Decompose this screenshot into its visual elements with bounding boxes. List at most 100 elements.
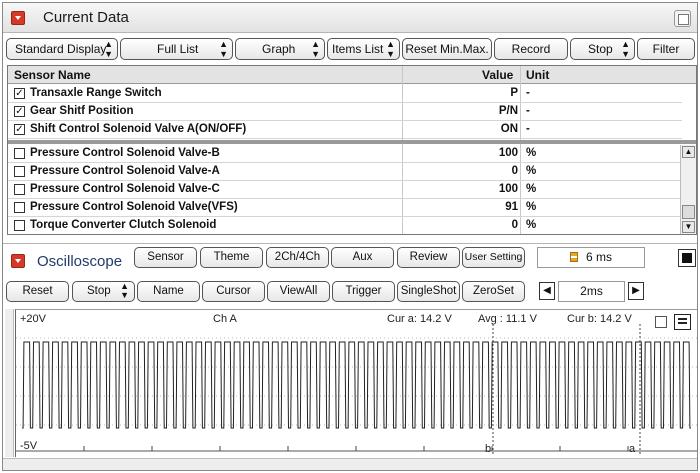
grid-header: Sensor Name Value Unit <box>8 66 696 84</box>
current-data-title: Current Data <box>43 9 129 26</box>
reset-minmax-button[interactable]: Reset Min.Max. <box>402 38 492 60</box>
sensor-unit: % <box>526 219 537 231</box>
scope-stop-label: Stop <box>87 285 111 297</box>
col-unit[interactable]: Unit <box>526 68 549 82</box>
scope-vertical-scrollbar[interactable] <box>5 309 14 457</box>
triangle-right-icon[interactable]: ▶ <box>628 282 644 300</box>
vmin-label: -5V <box>20 440 38 452</box>
cursor-button[interactable]: Cursor <box>202 281 265 302</box>
col-value[interactable]: Value <box>482 68 513 82</box>
collapse-arrow-icon[interactable] <box>11 254 25 268</box>
review-button[interactable]: Review <box>397 247 460 268</box>
standard-display-label: Standard Display <box>15 42 107 56</box>
scope-horizontal-scrollbar[interactable] <box>3 458 697 470</box>
sensor-unit: % <box>526 147 537 159</box>
scope-stop-dropdown[interactable]: Stop ▲ ▼ <box>72 281 135 302</box>
sensor-value: P <box>510 87 518 99</box>
filter-button[interactable]: Filter <box>637 38 695 60</box>
sensor-value: 100 <box>498 147 518 159</box>
viewall-button[interactable]: ViewAll <box>267 281 330 302</box>
sensor-button[interactable]: Sensor <box>134 247 197 268</box>
scroll-down-icon[interactable]: ▼ <box>682 221 695 233</box>
sensor-data-grid: Sensor Name Value Unit ✓ Transaxle Range … <box>7 65 697 235</box>
row-checkbox[interactable] <box>14 202 25 213</box>
singleshot-button[interactable]: SingleShot <box>397 281 460 302</box>
row-checkbox[interactable]: ✓ <box>14 106 25 117</box>
sensor-name: Torque Converter Clutch Solenoid <box>30 219 217 231</box>
grid-scrollbar[interactable]: ▲ ▼ <box>680 145 696 234</box>
graph-dropdown[interactable]: Graph ▲ ▼ <box>235 38 325 60</box>
items-list-label: Items List <box>332 42 384 56</box>
table-row[interactable]: Pressure Control Solenoid Valve-A 0% <box>8 163 682 181</box>
col-sensor-name[interactable]: Sensor Name <box>14 68 91 82</box>
user-setting-button[interactable]: User Setting <box>462 247 525 268</box>
scroll-up-icon[interactable]: ▲ <box>682 146 695 158</box>
channel-mode-button[interactable]: 2Ch/4Ch <box>266 247 329 268</box>
table-row[interactable]: Pressure Control Solenoid Valve(VFS) 91% <box>8 199 682 217</box>
updown-arrow-icon: ▲ ▼ <box>104 39 113 59</box>
theme-button[interactable]: Theme <box>200 247 263 268</box>
updown-arrow-icon: ▲ ▼ <box>311 39 320 59</box>
sensor-name: Transaxle Range Switch <box>30 87 162 99</box>
grid-split-divider[interactable] <box>8 140 696 144</box>
stop-square-icon[interactable] <box>678 249 696 267</box>
sensor-value: 100 <box>498 183 518 195</box>
hourglass-icon <box>569 252 578 262</box>
table-row[interactable]: ✓ Gear Shitf Position P/N - <box>8 103 682 121</box>
triangle-left-icon[interactable]: ◀ <box>539 282 555 300</box>
sensor-name: Pressure Control Solenoid Valve(VFS) <box>30 201 238 213</box>
sensor-unit: - <box>526 87 530 99</box>
cursor-a-marker[interactable]: a <box>629 443 635 455</box>
items-list-dropdown[interactable]: Items List ▲ ▼ <box>327 38 400 60</box>
sensor-name: Gear Shitf Position <box>30 105 134 117</box>
collapse-arrow-icon[interactable] <box>11 11 25 25</box>
stop-dropdown[interactable]: Stop ▲ ▼ <box>570 38 635 60</box>
stop-label: Stop <box>588 42 613 56</box>
updown-arrow-icon: ▲ ▼ <box>621 39 630 59</box>
aux-button[interactable]: Aux <box>331 247 394 268</box>
zeroset-button[interactable]: ZeroSet <box>462 281 525 302</box>
standard-display-dropdown[interactable]: Standard Display ▲ ▼ <box>6 38 118 60</box>
cursor-b-marker[interactable]: b <box>485 443 491 455</box>
row-checkbox[interactable]: ✓ <box>14 88 25 99</box>
sensor-value: 91 <box>505 201 518 213</box>
sensor-name: Pressure Control Solenoid Valve-C <box>30 183 220 195</box>
oscilloscope-plot: +20V Ch A Cur a: 14.2 V Avg : 11.1 V Cur… <box>15 309 697 457</box>
trigger-button[interactable]: Trigger <box>332 281 395 302</box>
updown-arrow-icon: ▲ ▼ <box>386 39 395 59</box>
name-button[interactable]: Name <box>137 281 200 302</box>
sample-time-readout: 6 ms <box>537 247 645 268</box>
cursor-b-readout: Cur b: 14.2 V <box>567 313 632 325</box>
table-row[interactable]: Torque Converter Clutch Solenoid 0% <box>8 217 682 234</box>
cursor-a-readout: Cur a: 14.2 V <box>387 313 452 325</box>
app-window: Current Data Standard Display ▲ ▼ Full Li… <box>2 2 698 471</box>
full-list-dropdown[interactable]: Full List ▲ ▼ <box>120 38 233 60</box>
table-row[interactable]: ✓ Shift Control Solenoid Valve A(ON/OFF) O… <box>8 121 682 139</box>
row-checkbox[interactable] <box>14 166 25 177</box>
sensor-value: P/N <box>498 105 518 117</box>
full-list-label: Full List <box>157 42 199 56</box>
scope-layout-icon[interactable] <box>674 314 691 330</box>
row-checkbox[interactable] <box>14 148 25 159</box>
table-row[interactable]: Pressure Control Solenoid Valve-B 100% <box>8 145 682 163</box>
sensor-unit: - <box>526 123 530 135</box>
table-row[interactable]: Pressure Control Solenoid Valve-C 100% <box>8 181 682 199</box>
row-checkbox[interactable] <box>14 220 25 231</box>
sensor-unit: % <box>526 165 537 177</box>
window-toggle-icon[interactable] <box>674 10 691 27</box>
table-row[interactable]: ✓ Transaxle Range Switch P - <box>8 85 682 103</box>
sensor-name: Pressure Control Solenoid Valve-B <box>30 147 220 159</box>
time-div-readout: 2ms <box>558 281 625 302</box>
current-data-header: Current Data <box>3 3 697 33</box>
oscilloscope-title: Oscilloscope <box>37 253 123 270</box>
reset-button[interactable]: Reset <box>6 281 69 302</box>
scroll-thumb[interactable] <box>682 205 695 219</box>
sensor-value: ON <box>500 123 518 135</box>
record-button[interactable]: Record <box>494 38 568 60</box>
updown-arrow-icon: ▲ ▼ <box>120 281 129 300</box>
scope-checkbox[interactable] <box>655 316 667 328</box>
updown-arrow-icon: ▲ ▼ <box>219 39 228 59</box>
row-checkbox[interactable] <box>14 184 25 195</box>
sensor-value: 0 <box>511 165 518 177</box>
row-checkbox[interactable]: ✓ <box>14 124 25 135</box>
